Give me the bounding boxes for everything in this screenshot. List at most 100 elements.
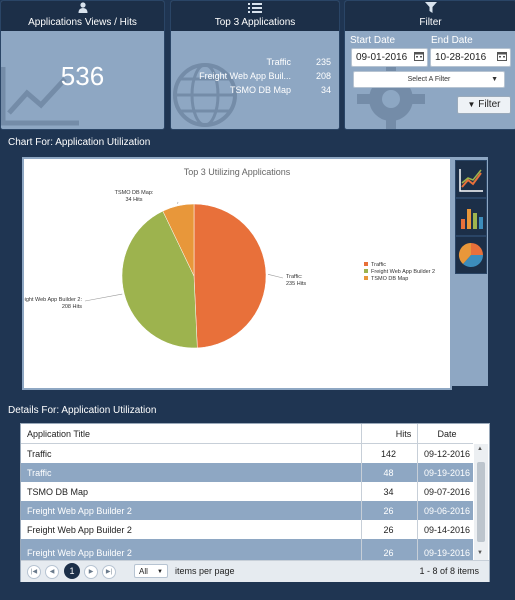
filter-button[interactable]: ▼ Filter bbox=[457, 96, 511, 114]
total-hits-value: 536 bbox=[60, 61, 105, 91]
per-page-label: items per page bbox=[175, 566, 235, 576]
column-header-hits[interactable]: Hits bbox=[391, 429, 416, 439]
cell-date: 09-14-2016 bbox=[423, 525, 471, 535]
first-page-icon[interactable]: |◀ bbox=[27, 565, 41, 579]
scrollbar-thumb[interactable] bbox=[477, 462, 485, 542]
start-date-value: 09-01-2016 bbox=[356, 52, 408, 63]
top-app-hits: 235 bbox=[315, 57, 331, 67]
next-page-icon[interactable]: ▶ bbox=[84, 565, 98, 579]
legend-item[interactable]: Freight Web App Builder 2 bbox=[371, 269, 435, 275]
scroll-up-icon[interactable]: ▲ bbox=[477, 446, 483, 452]
cell-date: 09-19-2016 bbox=[423, 468, 471, 478]
cell-title: TSMO DB Map bbox=[27, 487, 89, 497]
details-section-title: Details For: Application Utilization bbox=[8, 405, 157, 416]
top-app-name: Traffic bbox=[266, 57, 291, 67]
chevron-down-icon: ▼ bbox=[157, 569, 163, 575]
slice-label: TSMO DB Map: bbox=[115, 190, 154, 196]
filter-title: Filter bbox=[419, 17, 442, 28]
views-hits-header: Applications Views / Hits bbox=[1, 1, 164, 31]
cell-hits: 26 bbox=[383, 548, 394, 558]
pie-chart-button[interactable] bbox=[455, 236, 487, 274]
top-applications-panel: Top 3 Applications Traffic 235 Freight W… bbox=[170, 0, 340, 130]
page-size-select[interactable]: All ▼ bbox=[134, 564, 168, 578]
last-page-icon[interactable]: ▶| bbox=[102, 565, 116, 579]
prev-page-icon[interactable]: ◀ bbox=[45, 565, 59, 579]
line-chart-icon bbox=[459, 169, 483, 192]
calendar-icon[interactable] bbox=[497, 51, 507, 61]
cell-hits: 26 bbox=[383, 506, 394, 516]
cell-hits: 48 bbox=[383, 468, 394, 478]
table-row[interactable]: Traffic 142 09-12-2016 bbox=[21, 444, 473, 463]
chart-area: Top 3 Utilizing Applications Traffic: 235… bbox=[16, 157, 452, 390]
top-applications-header: Top 3 Applications bbox=[171, 1, 339, 31]
column-divider bbox=[417, 424, 418, 560]
scroll-down-icon[interactable]: ▼ bbox=[477, 550, 483, 556]
bar-chart-button[interactable] bbox=[455, 198, 487, 236]
table-row[interactable]: Freight Web App Builder 2 26 09-19-2016 bbox=[21, 539, 473, 560]
top-app-row: TSMO DB Map 34 bbox=[175, 85, 331, 99]
cell-date: 09-19-2016 bbox=[423, 548, 471, 558]
top-app-name: TSMO DB Map bbox=[229, 85, 291, 95]
views-hits-panel: Applications Views / Hits 536 bbox=[0, 0, 165, 130]
pager-summary: 1 - 8 of 8 items bbox=[419, 566, 479, 576]
end-date-label: End Date bbox=[431, 35, 473, 46]
chart-section-title: Chart For: Application Utilization bbox=[8, 137, 151, 148]
label-leader-line bbox=[84, 293, 123, 302]
legend-swatch[interactable] bbox=[364, 276, 368, 280]
legend-item[interactable]: TSMO DB Map bbox=[371, 276, 408, 282]
cell-date: 09-06-2016 bbox=[423, 506, 471, 516]
current-page-button[interactable]: 1 bbox=[64, 563, 80, 579]
grid-header: Application Title Hits Date bbox=[21, 424, 473, 444]
column-divider bbox=[361, 424, 362, 560]
slice-label: Traffic: bbox=[286, 274, 303, 280]
table-row[interactable]: Freight Web App Builder 2 26 09-06-2016 bbox=[21, 501, 473, 520]
cell-hits: 142 bbox=[380, 449, 397, 459]
pie-chart: Top 3 Utilizing Applications Traffic:235… bbox=[16, 167, 435, 349]
label-leader-line bbox=[267, 274, 284, 279]
slice-label: Freight Web App Builder 2: bbox=[24, 297, 82, 303]
user-icon bbox=[78, 2, 88, 16]
legend-item[interactable]: Traffic bbox=[371, 262, 386, 268]
cell-title: Traffic bbox=[27, 449, 52, 459]
column-header-date[interactable]: Date bbox=[421, 429, 473, 439]
filter-button-label: Filter bbox=[478, 99, 501, 110]
cell-title: Traffic bbox=[27, 468, 52, 478]
bar-chart-icon bbox=[461, 209, 483, 229]
filter-header: Filter bbox=[345, 1, 515, 31]
cell-date: 09-07-2016 bbox=[423, 487, 471, 497]
cell-title: Freight Web App Builder 2 bbox=[27, 525, 132, 535]
table-row[interactable]: Freight Web App Builder 2 26 09-14-2016 bbox=[21, 520, 473, 539]
filter-select-value: Select A Filter bbox=[407, 76, 451, 83]
chart-title: Top 3 Utilizing Applications bbox=[184, 167, 291, 177]
grid-scrollbar[interactable]: ▲ ▼ bbox=[474, 444, 488, 560]
grid-pager: |◀ ◀ 1 ▶ ▶| All ▼ items per page 1 - 8 o… bbox=[21, 560, 489, 582]
legend-swatch[interactable] bbox=[364, 269, 368, 273]
top-app-hits: 208 bbox=[315, 71, 331, 81]
top-app-row: Freight Web App Buil... 208 bbox=[175, 71, 331, 85]
filter-select[interactable]: Select A Filter ▼ bbox=[353, 71, 505, 88]
cell-hits: 34 bbox=[383, 487, 394, 497]
slice-label: 235 Hits bbox=[286, 281, 306, 287]
start-date-input[interactable]: 09-01-2016 bbox=[351, 48, 428, 67]
table-row[interactable]: Traffic 48 09-19-2016 bbox=[21, 463, 473, 482]
pie-chart-icon bbox=[458, 242, 484, 268]
end-date-input[interactable]: 10-28-2016 bbox=[430, 48, 511, 67]
table-row[interactable]: TSMO DB Map 34 09-07-2016 bbox=[21, 482, 473, 501]
cell-hits: 26 bbox=[383, 525, 394, 535]
calendar-icon[interactable] bbox=[414, 51, 424, 61]
funnel-icon: ▼ bbox=[467, 100, 476, 109]
slice-label: 34 Hits bbox=[125, 197, 142, 203]
pie-slice[interactable] bbox=[193, 203, 267, 349]
funnel-icon bbox=[424, 2, 437, 16]
legend-swatch[interactable] bbox=[364, 262, 368, 266]
end-date-value: 10-28-2016 bbox=[435, 52, 487, 63]
cell-title: Freight Web App Builder 2 bbox=[27, 548, 132, 558]
page-size-value: All bbox=[139, 567, 148, 576]
line-chart-button[interactable] bbox=[455, 160, 487, 198]
start-date-label: Start Date bbox=[350, 35, 396, 46]
column-header-title[interactable]: Application Title bbox=[27, 429, 90, 439]
top-applications-title: Top 3 Applications bbox=[214, 17, 296, 28]
slice-label: 208 Hits bbox=[62, 304, 82, 310]
list-icon bbox=[248, 2, 262, 16]
chevron-down-icon: ▼ bbox=[491, 76, 498, 83]
